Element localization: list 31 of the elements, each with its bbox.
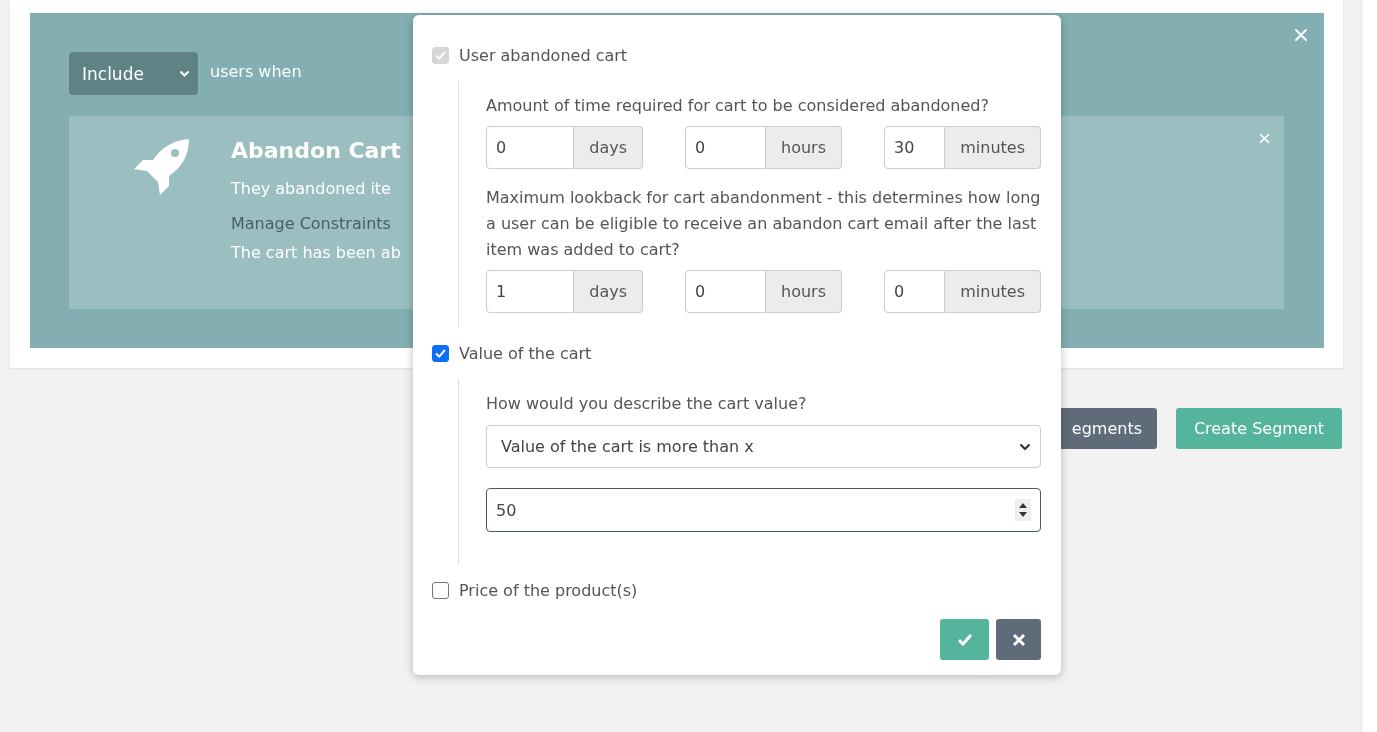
checkbox-label: Value of the cart [459,343,592,363]
mode-select[interactable]: Include [69,52,198,95]
close-icon[interactable] [1294,28,1308,42]
confirm-button[interactable] [940,619,989,660]
close-icon [1010,631,1027,648]
unit-label: hours [766,126,842,169]
unit-label: days [574,126,643,169]
chevron-down-icon [1019,442,1031,451]
unit-label: hours [766,270,842,313]
filter-label: users when [210,62,302,81]
cancel-button[interactable] [996,619,1041,660]
dropdown[interactable]: Value of the cart is more than x [486,425,1041,468]
rule-title: Abandon Cart [231,138,401,163]
question-text: How would you describe the cart value? [486,393,808,415]
unit-label: minutes [945,270,1041,313]
question-text: Amount of time required for cart to be considered abandoned? [486,95,990,117]
question-text: Maximum lookback for cart abandonment - this determines how long a user can be eligible to receive an abandon cart email after the last item was added to cart? [486,187,1041,261]
checkbox[interactable] [432,581,449,599]
rocket-icon [133,138,191,196]
chevron-down-icon [179,69,190,78]
constraint-summary: The cart has been ab [231,243,401,262]
unit-label: days [574,270,643,313]
number-field[interactable]: 50 [486,488,1041,532]
checkbox-label: User abandoned cart [459,45,628,65]
checkbox-label: Price of the product(s) [459,580,638,600]
spinner-icon[interactable] [1015,499,1031,521]
unit-label: minutes [945,126,1041,169]
rule-description: They abandoned ite [231,179,392,198]
constraints-heading: Manage Constraints [231,214,392,233]
check-icon [956,631,973,648]
checkbox[interactable] [432,344,449,362]
